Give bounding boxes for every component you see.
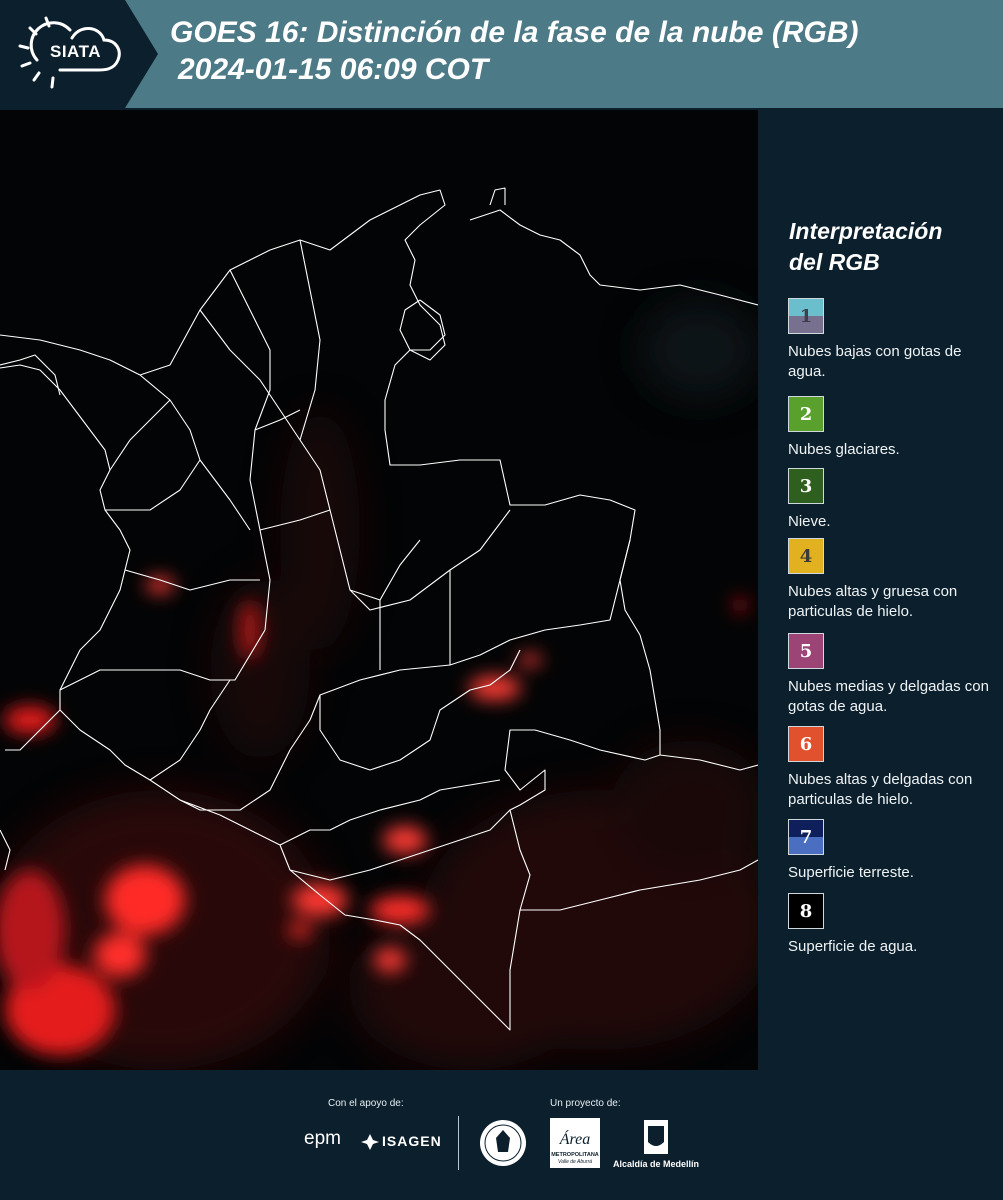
legend-label: Nubes altas y gruesa con particulas de h… [788,583,958,620]
legend-item-7: 7 Superficie terreste. [788,819,1003,883]
legend-number: 5 [799,640,813,662]
legend-number: 1 [799,305,813,327]
legend-label: Nubes medias y delgadas con gotas de agu… [788,678,989,715]
support-label: Con el apoyo de: [328,1098,404,1109]
legend-swatch-5: 5 [788,633,824,669]
isagen-icon [361,1134,379,1150]
legend-number: 6 [799,733,813,755]
legend-label: Superficie terreste. [788,864,914,881]
area-logo-tagline: Valle de Aburrá [558,1159,592,1165]
legend-label: Nubes altas y delgadas con particulas de… [788,771,973,808]
footer-divider [458,1116,459,1170]
legend-item-8: 8 Superficie de agua. [788,893,1003,957]
legend-swatch-1: 1 [788,298,824,334]
legend-swatch-8: 8 [788,893,824,929]
legend-label: Nieve. [788,513,831,530]
header-bar: SIATA GOES 16: Distinción de la fase de … [0,0,1003,108]
legend-number: 7 [799,826,813,848]
legend-item-5: 5 Nubes medias y delgadas con gotas de a… [788,633,1003,717]
legend-title: Interpretación del RGB [789,216,989,278]
legend-item-1: 1 Nubes bajas con gotas de agua. [788,298,1003,382]
legend-item-6: 6 Nubes altas y delgadas con particulas … [788,726,1003,810]
title-product: GOES 16: Distinción de la fase de la nub… [170,16,859,49]
area-logo-text: Área [559,1129,591,1148]
siata-logo: SIATA [0,0,158,108]
alcaldia-label: Alcaldía de Medellín [613,1159,700,1169]
page-title: GOES 16: Distinción de la fase de la nub… [170,14,858,88]
legend-title-line1: Interpretación [789,218,943,244]
legend-title-line2: del RGB [789,249,880,275]
legend-swatch-6: 6 [788,726,824,762]
epm-logo: epm [304,1128,341,1149]
university-seal-icon [480,1120,526,1166]
legend-label: Nubes bajas con gotas de agua. [788,343,962,380]
legend-swatch-2: 2 [788,396,824,432]
legend-label: Nubes glaciares. [788,441,900,458]
legend-swatch-4: 4 [788,538,824,574]
isagen-logo: ISAGEN [382,1133,442,1149]
area-logo-subtext: METROPOLITANA [551,1152,599,1158]
project-label: Un proyecto de: [550,1098,621,1109]
map-canvas [0,110,758,1070]
legend-panel: Interpretación del RGB 1 Nubes bajas con… [762,110,1003,1070]
siata-logo-text: SIATA [50,42,101,61]
satellite-map[interactable] [0,110,758,1070]
footer-sponsors: Con el apoyo de: Un proyecto de: epm ISA… [0,1070,1003,1200]
legend-number: 4 [799,545,813,567]
legend-item-4: 4 Nubes altas y gruesa con particulas de… [788,538,1003,622]
legend-number: 3 [799,475,813,497]
area-metropolitana-logo: Área METROPOLITANA Valle de Aburrá [550,1118,600,1168]
alcaldia-shield-icon [644,1120,668,1154]
legend-swatch-3: 3 [788,468,824,504]
legend-number: 8 [799,900,813,922]
legend-swatch-7: 7 [788,819,824,855]
legend-item-2: 2 Nubes glaciares. [788,396,1003,460]
title-timestamp: 2024-01-15 06:09 COT [178,53,489,86]
legend-label: Superficie de agua. [788,938,918,955]
legend-item-3: 3 Nieve. [788,468,1003,532]
legend-number: 2 [799,403,813,425]
